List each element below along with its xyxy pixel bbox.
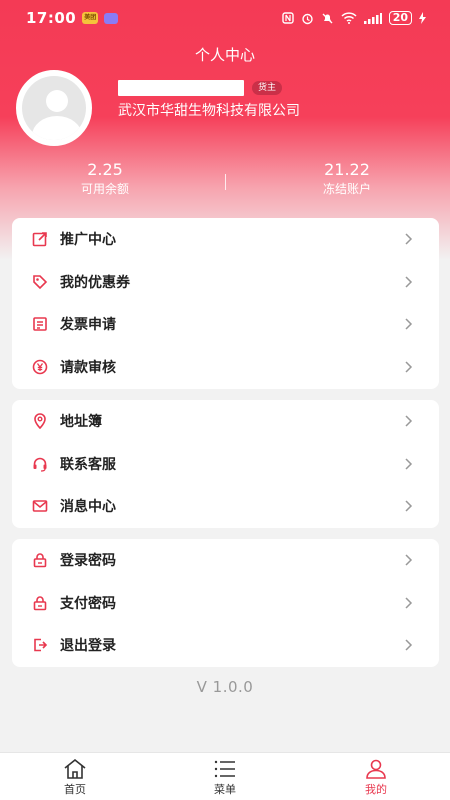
tab-menu-label: 菜单 — [214, 783, 236, 796]
mail-icon — [32, 498, 48, 514]
tab-home[interactable]: 首页 — [40, 759, 110, 797]
chevron-right-icon — [405, 458, 413, 470]
mute-bell-icon — [322, 13, 333, 23]
tab-home-label: 首页 — [64, 783, 86, 796]
menu-item-label: 发票申请 — [60, 317, 116, 334]
menu-card-security: 登录密码 支付密码 退出登录 — [12, 539, 439, 667]
menu-item-label: 消息中心 — [60, 499, 116, 516]
share-icon — [32, 231, 48, 247]
menu-item-label: 请款审核 — [60, 359, 116, 376]
role-badge: 货主 — [252, 81, 283, 95]
chevron-right-icon — [405, 500, 413, 512]
chevron-right-icon — [405, 233, 413, 245]
status-bar: 17:00 美团 20 — [0, 0, 450, 36]
meituan-app-icon: 美团 — [82, 12, 99, 24]
chevron-right-icon — [405, 318, 413, 330]
menu-item-label: 联系客服 — [60, 456, 116, 473]
menu-item-promotion[interactable]: 推广中心 — [12, 218, 439, 261]
menu-card-service: 地址簿 联系客服 消息中心 — [12, 400, 439, 528]
status-time: 17:00 — [26, 9, 77, 27]
lock-icon — [32, 595, 48, 611]
menu-item-address-book[interactable]: 地址簿 — [12, 400, 439, 443]
signal-icon — [363, 12, 382, 24]
avatar[interactable] — [16, 70, 92, 146]
message-app-icon — [104, 12, 119, 24]
menu-item-logout[interactable]: 退出登录 — [12, 624, 439, 667]
coupon-tag-icon — [32, 274, 48, 290]
frozen-account[interactable]: 21.22 冻结账户 — [277, 160, 417, 198]
menu-item-payment-review[interactable]: 请款审核 — [12, 346, 439, 389]
available-balance[interactable]: 2.25 可用余额 — [35, 160, 175, 198]
list-icon — [214, 760, 235, 778]
user-icon — [366, 759, 386, 779]
yen-icon — [32, 359, 48, 375]
location-pin-icon — [32, 413, 48, 430]
charging-icon — [419, 12, 426, 24]
invoice-icon — [32, 316, 48, 332]
bottom-tab-bar: 首页 菜单 我的 — [0, 752, 450, 800]
menu-item-label: 地址簿 — [60, 414, 102, 431]
company-name: 武汉市华甜生物科技有限公司 — [118, 103, 300, 119]
menu-item-login-password[interactable]: 登录密码 — [12, 539, 439, 582]
alarm-icon — [301, 13, 313, 24]
tab-menu[interactable]: 菜单 — [190, 759, 260, 797]
menu-item-payment-password[interactable]: 支付密码 — [12, 582, 439, 625]
menu-item-label: 推广中心 — [60, 232, 116, 249]
frozen-account-value: 21.22 — [324, 160, 370, 179]
page-title: 个人中心 — [194, 46, 255, 64]
chevron-right-icon — [405, 276, 413, 288]
lock-icon — [32, 552, 48, 568]
menu-item-invoice[interactable]: 发票申请 — [12, 303, 439, 346]
logout-icon — [32, 637, 48, 653]
balance-divider — [225, 174, 226, 190]
available-balance-label: 可用余额 — [80, 182, 129, 196]
wifi-icon — [341, 12, 357, 24]
avatar-person-icon — [46, 90, 68, 112]
menu-item-customer-service[interactable]: 联系客服 — [12, 443, 439, 486]
tab-mine[interactable]: 我的 — [341, 759, 411, 797]
chevron-right-icon — [405, 597, 413, 609]
balance-summary: 2.25 可用余额 21.22 冻结账户 — [0, 160, 450, 200]
chevron-right-icon — [405, 361, 413, 373]
chevron-right-icon — [405, 554, 413, 566]
menu-item-label: 登录密码 — [60, 553, 116, 570]
home-icon — [64, 759, 86, 779]
chevron-right-icon — [405, 415, 413, 427]
frozen-account-label: 冻结账户 — [322, 182, 371, 196]
headset-icon — [32, 456, 48, 472]
app-version: V 1.0.0 — [196, 678, 254, 696]
available-balance-value: 2.25 — [87, 160, 123, 179]
menu-item-message-center[interactable]: 消息中心 — [12, 485, 439, 528]
tab-mine-label: 我的 — [365, 783, 387, 796]
chevron-right-icon — [405, 639, 413, 651]
username-redacted — [118, 80, 244, 96]
menu-card-account: 推广中心 我的优惠券 发票申请 请款审核 — [12, 218, 439, 389]
menu-item-label: 我的优惠券 — [60, 274, 130, 291]
battery-indicator: 20 — [388, 11, 412, 25]
menu-item-label: 支付密码 — [60, 595, 116, 612]
menu-item-coupons[interactable]: 我的优惠券 — [12, 261, 439, 304]
nfc-icon — [281, 12, 294, 24]
menu-item-label: 退出登录 — [60, 638, 116, 655]
